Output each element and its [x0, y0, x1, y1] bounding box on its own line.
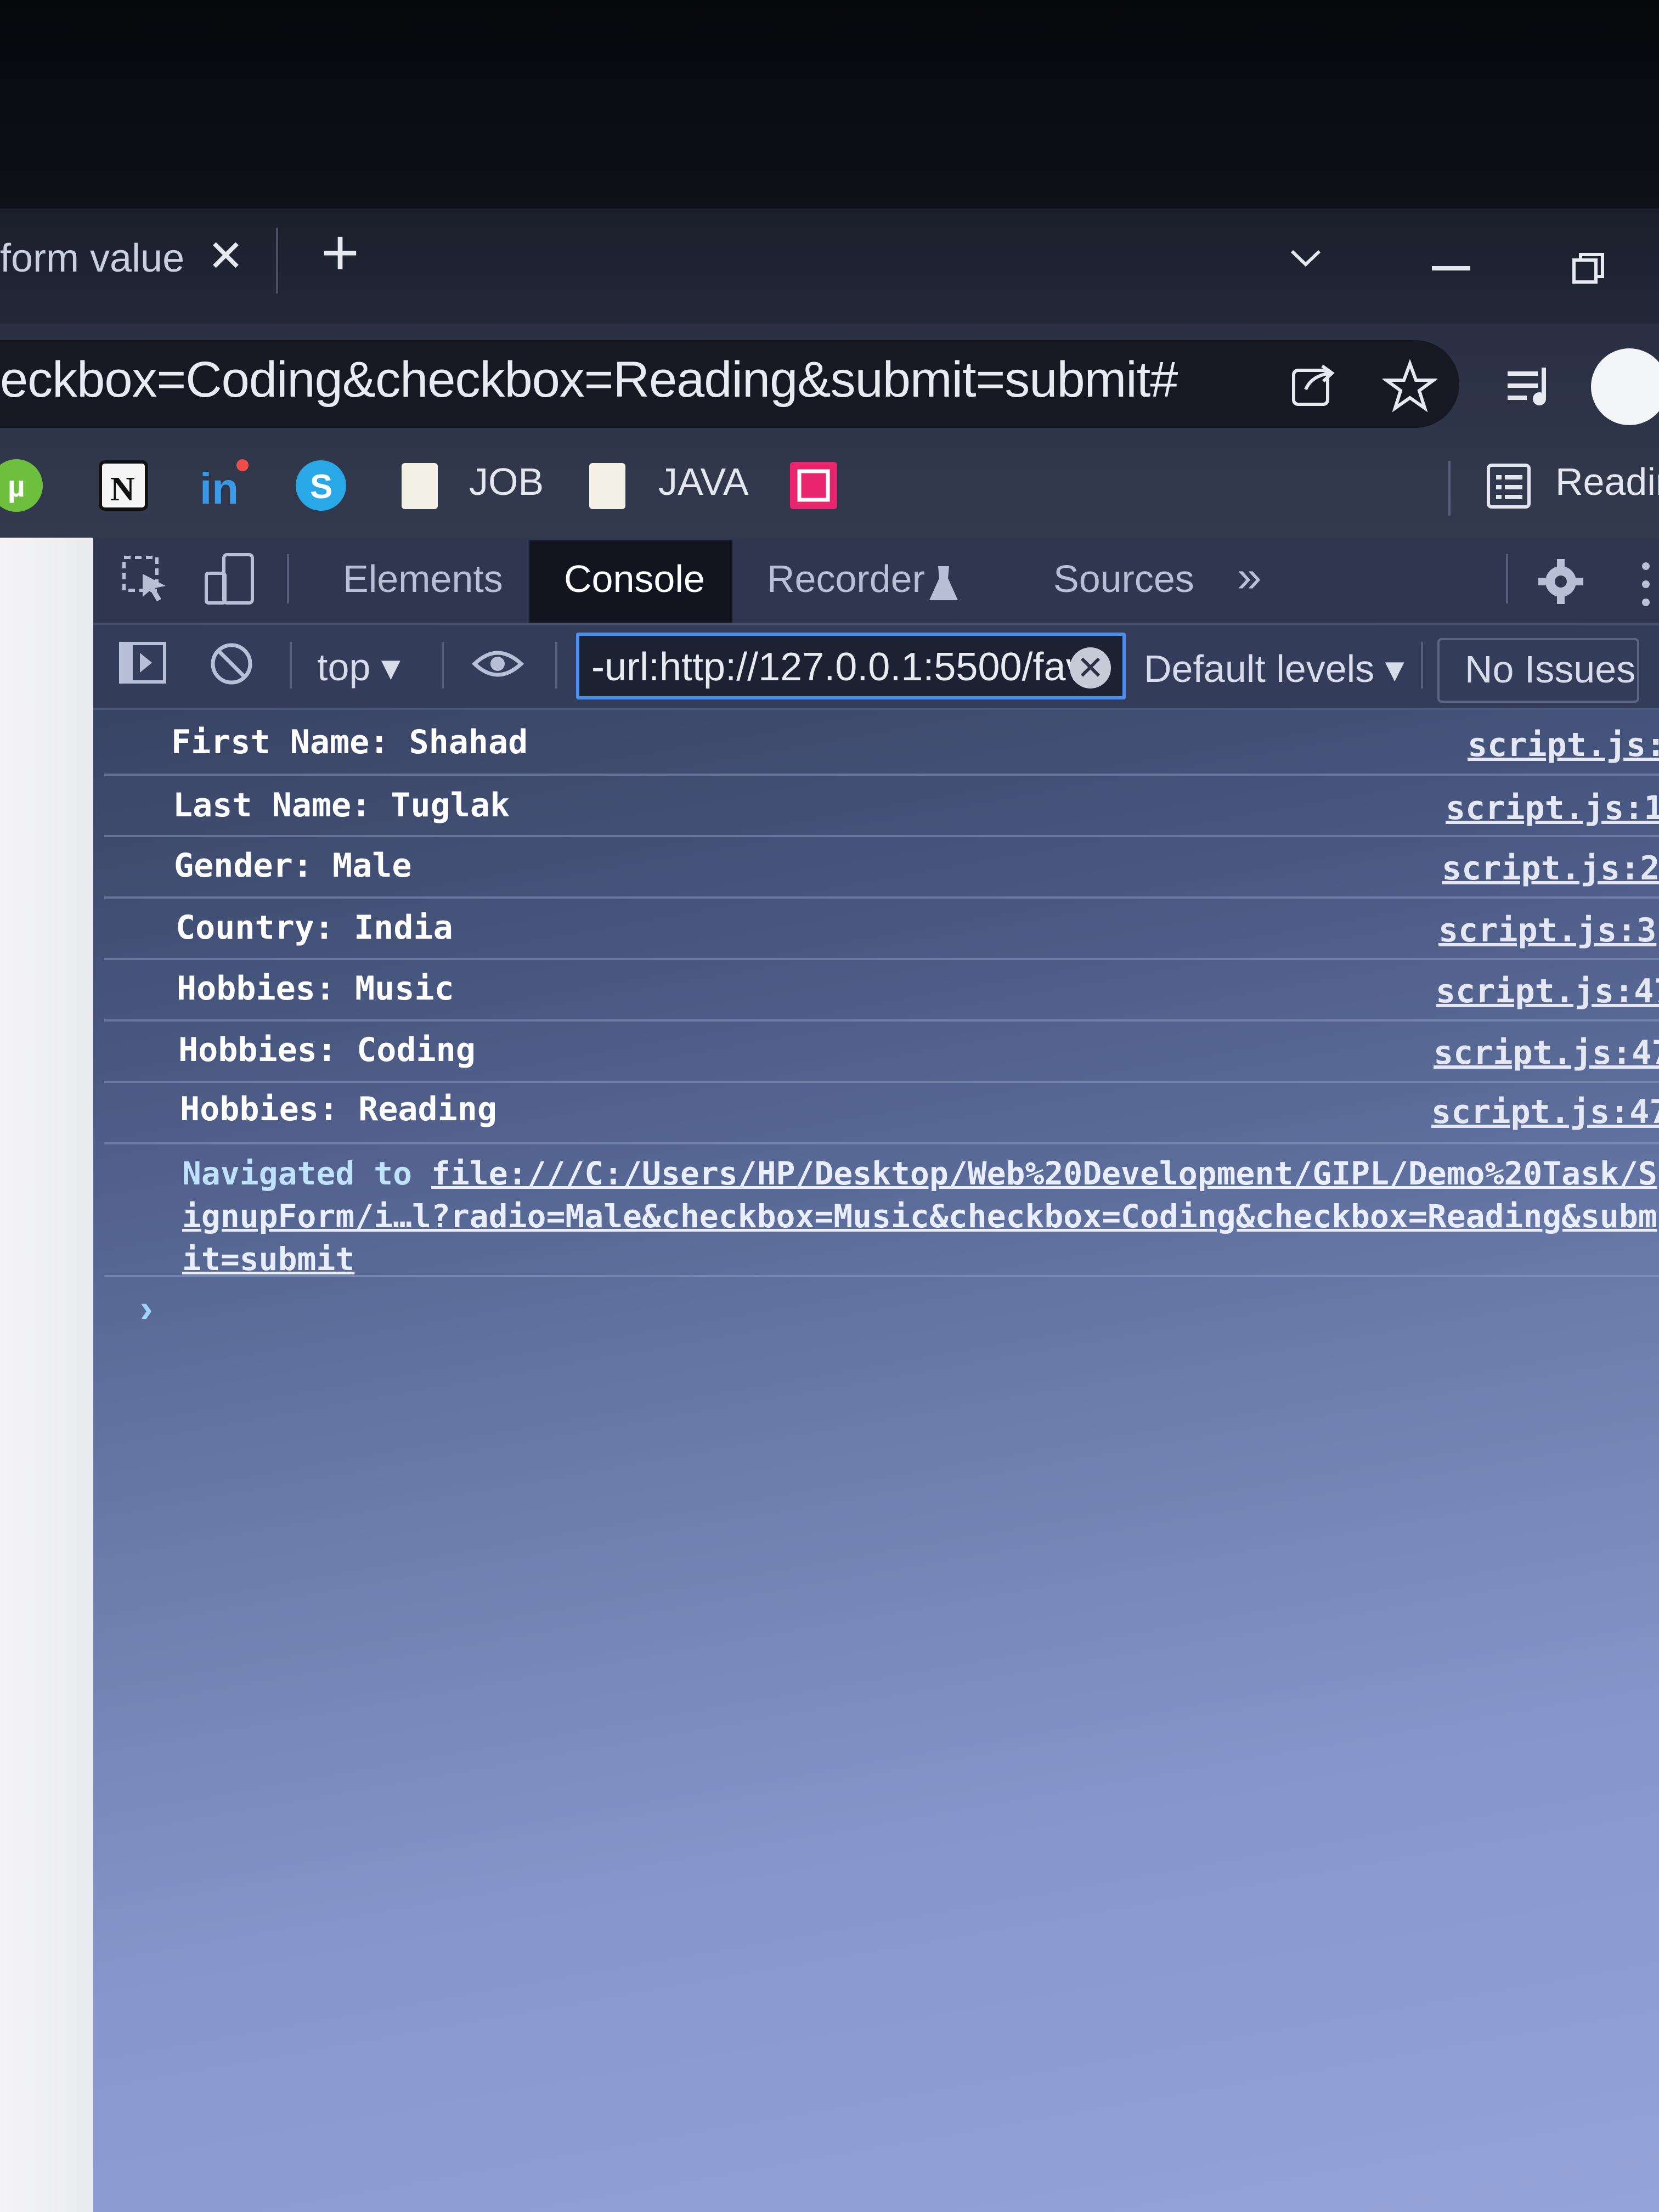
toolbar-divider [287, 554, 289, 603]
device-toolbar-icon[interactable] [203, 551, 258, 606]
tab-sources[interactable]: Sources [1053, 557, 1194, 601]
console-source-link[interactable]: script.js:3 [1438, 911, 1656, 950]
toolbar-divider [1506, 554, 1508, 603]
toolbar-divider [1421, 642, 1423, 689]
console-message: Country: India [176, 909, 453, 947]
bookmark-java[interactable]: JAVA [658, 460, 749, 504]
folder-icon[interactable] [587, 455, 628, 516]
svg-text:in: in [200, 464, 239, 513]
console-message: First Name: Shahad [171, 723, 528, 761]
flask-icon [927, 564, 960, 602]
navigation-prefix: Navigated to [182, 1155, 431, 1192]
utorrent-bookmark-icon[interactable]: µ [0, 455, 44, 516]
reading-list-icon[interactable] [1484, 455, 1533, 516]
minimize-button[interactable] [1432, 266, 1470, 270]
share-icon[interactable] [1289, 359, 1339, 409]
tab-close-button[interactable]: ✕ [207, 230, 244, 281]
console-source-link[interactable]: script.js: [1468, 726, 1659, 764]
app-bookmark-icon[interactable] [787, 455, 839, 516]
bookmark-star-icon[interactable] [1383, 359, 1437, 414]
screen-bezel [0, 0, 1659, 208]
log-levels-dropdown[interactable]: Default levels ▾ [1144, 646, 1404, 691]
svg-text:N: N [110, 471, 135, 508]
bookmarks-divider [1448, 461, 1451, 516]
new-tab-button[interactable]: + [321, 219, 359, 285]
folder-icon[interactable] [399, 455, 441, 516]
more-tabs-button[interactable]: » [1237, 551, 1262, 602]
settings-gear-icon[interactable] [1536, 557, 1585, 606]
issues-label[interactable]: No Issues [1465, 647, 1635, 691]
linkedin-bookmark-icon[interactable]: in [198, 455, 252, 516]
console-message: Hobbies: Coding [178, 1031, 476, 1069]
toolbar-divider [442, 642, 444, 689]
tab-elements[interactable]: Elements [343, 557, 503, 601]
inspect-element-icon[interactable] [121, 554, 170, 603]
svg-text:S: S [310, 468, 332, 506]
toolbar-divider [555, 642, 557, 689]
address-bar-url[interactable]: eckbox=Coding&checkbox=Reading&submit=su… [0, 351, 1178, 409]
console-message: Gender: Male [174, 847, 412, 885]
live-expression-eye-icon[interactable] [472, 646, 524, 682]
tab-search-chevron-icon[interactable] [1289, 241, 1322, 274]
restore-button[interactable] [1572, 252, 1605, 285]
svg-text:µ: µ [8, 469, 25, 503]
toolbar-divider [290, 642, 292, 689]
reading-list-label[interactable]: Readin [1555, 460, 1659, 504]
console-message: Hobbies: Reading [180, 1090, 497, 1128]
console-navigation-message: Navigated to file:///C:/Users/HP/Desktop… [182, 1152, 1659, 1280]
console-source-link[interactable]: script.js:47 [1436, 972, 1659, 1011]
console-source-link[interactable]: script.js:47 [1434, 1034, 1659, 1072]
console-message: Hobbies: Music [177, 969, 454, 1008]
media-control-icon[interactable] [1503, 359, 1558, 414]
console-source-link[interactable]: script.js:47 [1431, 1093, 1659, 1131]
console-prompt[interactable]: › [140, 1286, 153, 1330]
skype-bookmark-icon[interactable]: S [294, 455, 348, 516]
clear-console-icon[interactable] [208, 641, 255, 687]
clear-filter-icon[interactable]: ✕ [1070, 647, 1111, 689]
console-source-link[interactable]: script.js:1 [1446, 789, 1659, 827]
console-filter-value[interactable]: -url:http://127.0.0.1:5500/favicon.ico [591, 645, 1074, 690]
tab-console[interactable]: Console [564, 557, 705, 601]
sidebar-toggle-icon[interactable] [118, 641, 167, 685]
console-message: Last Name: Tuglak [173, 786, 510, 825]
tab-strip [0, 208, 1659, 324]
notion-bookmark-icon[interactable]: N [96, 455, 151, 516]
context-selector[interactable]: top ▾ [317, 645, 400, 690]
bookmark-job[interactable]: JOB [469, 460, 544, 504]
console-source-link[interactable]: script.js:2 [1442, 849, 1659, 888]
tab-recorder[interactable]: Recorder [767, 557, 925, 601]
tab-title[interactable]: form value [0, 236, 184, 281]
more-options-icon[interactable] [1638, 560, 1654, 609]
tab-divider [276, 228, 278, 294]
